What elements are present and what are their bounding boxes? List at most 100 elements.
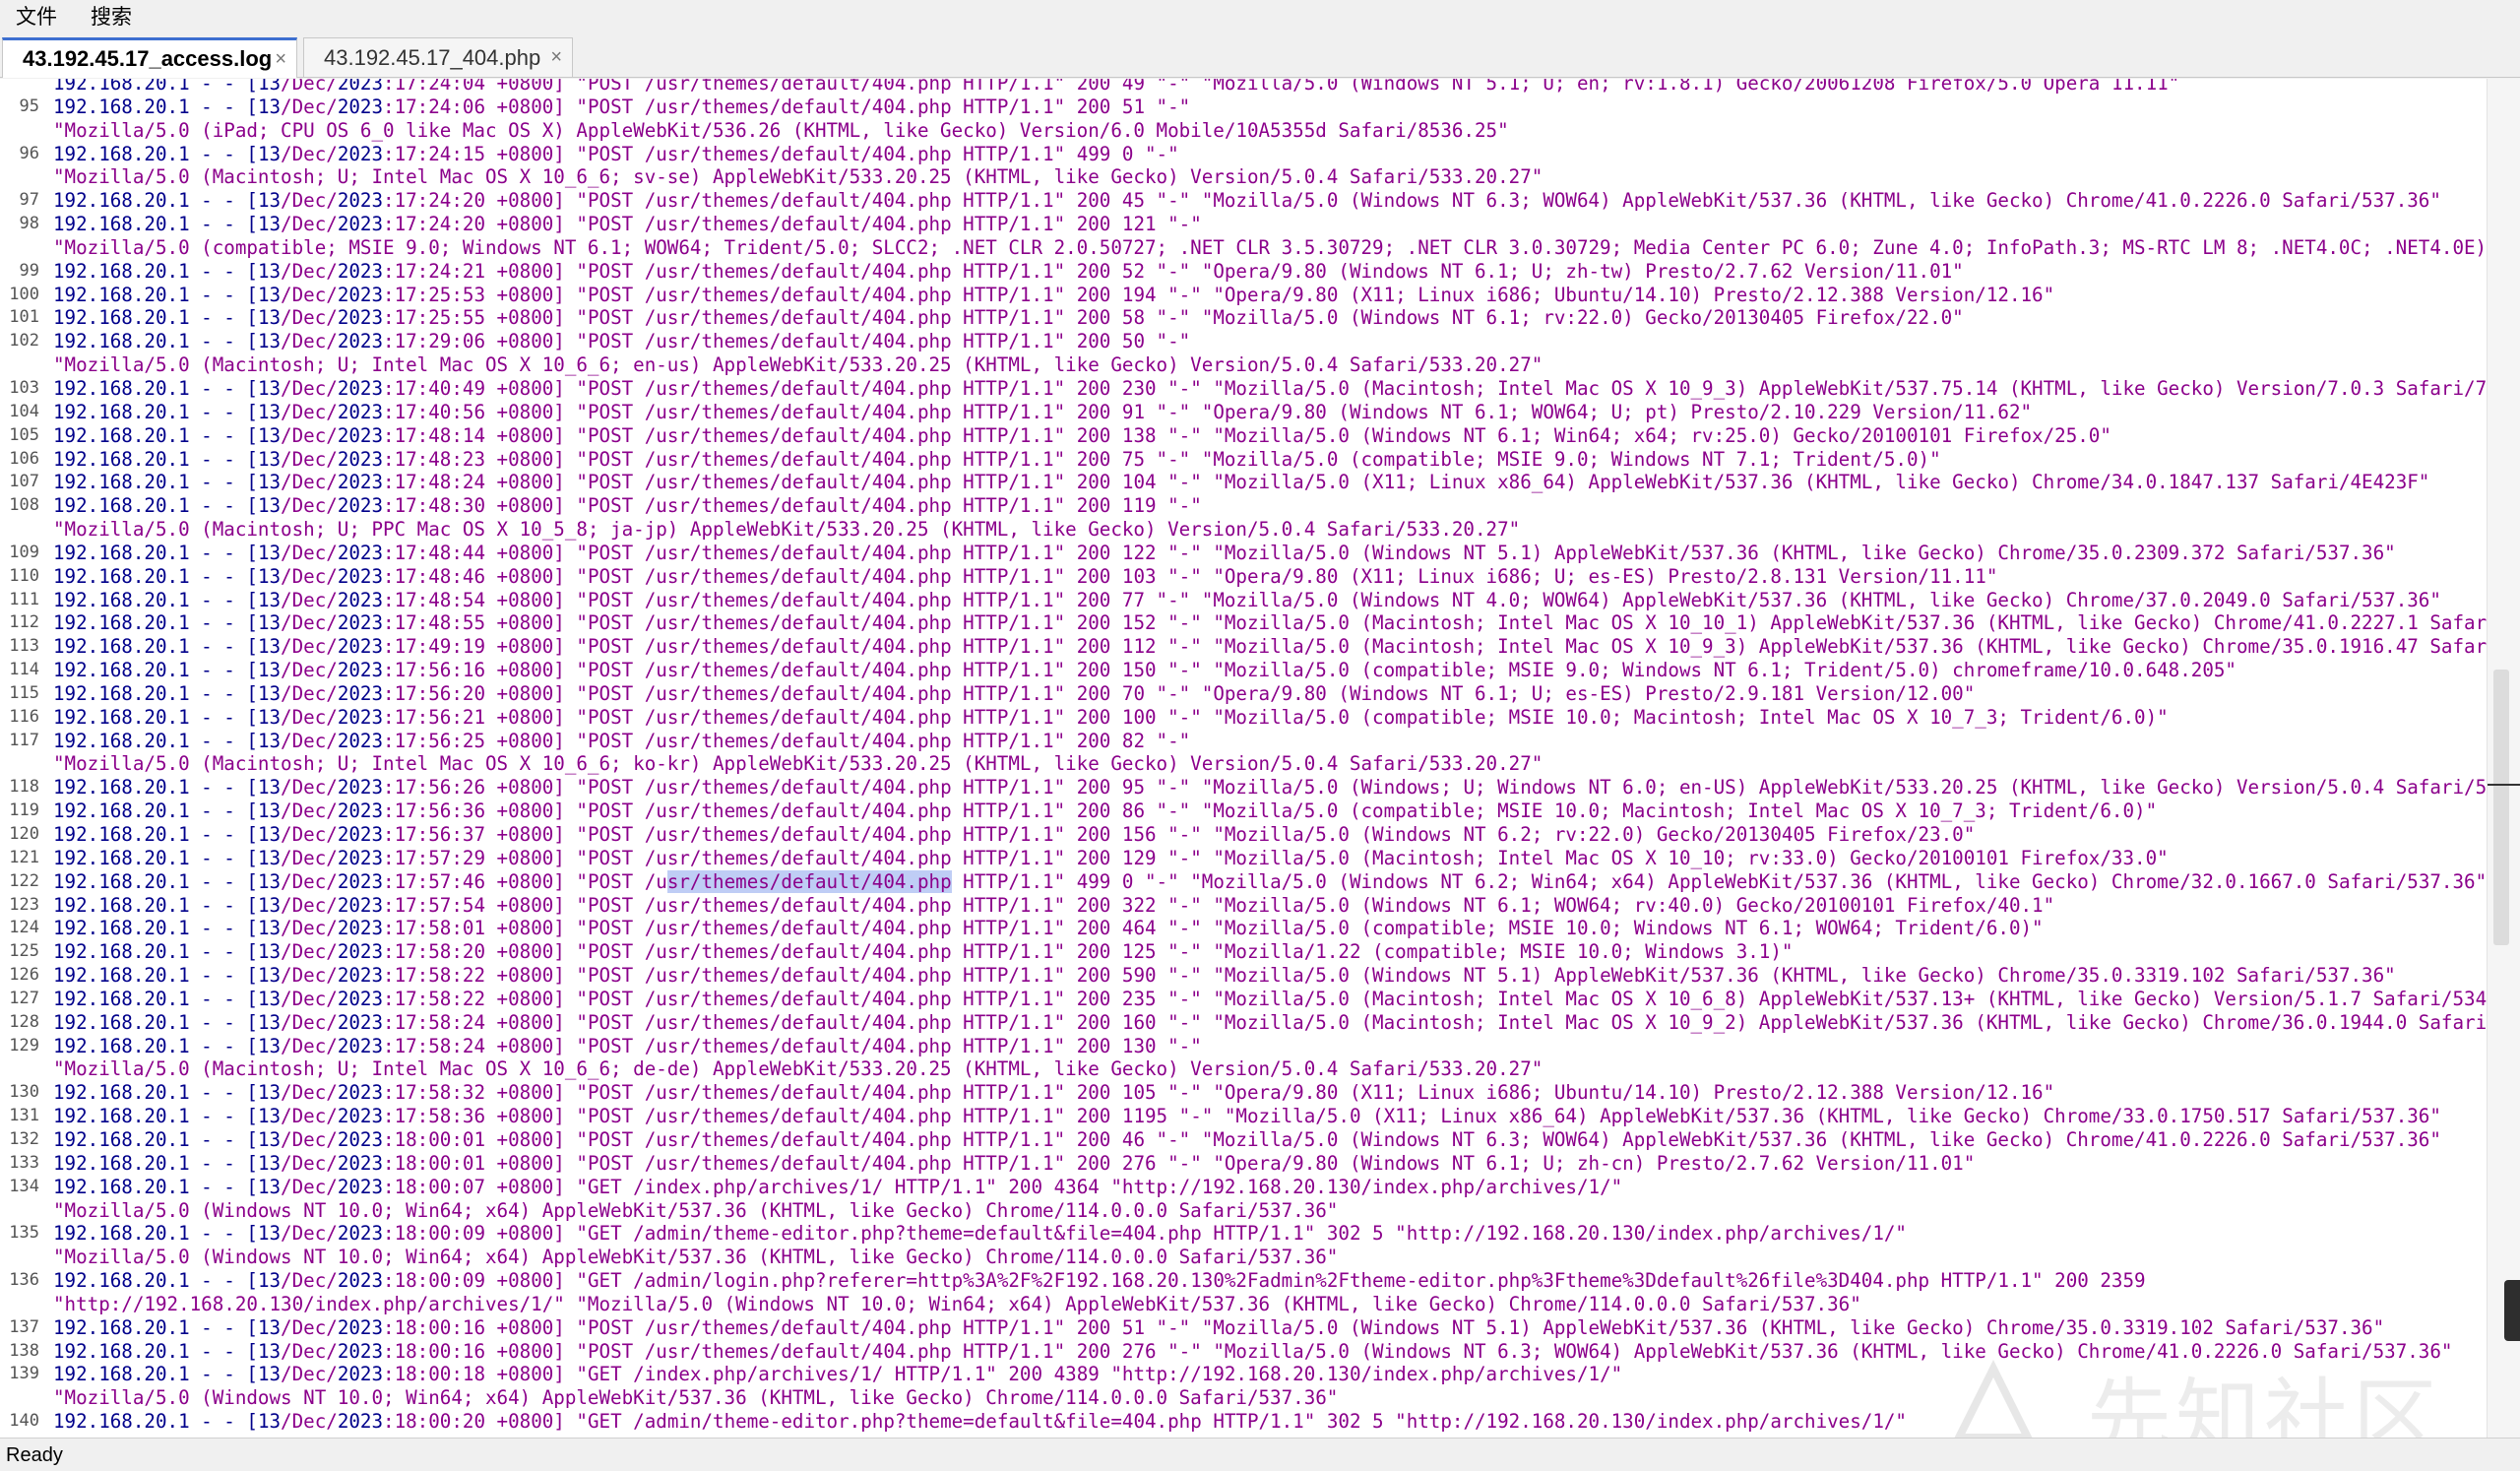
log-line: 115 192.168.20.1 - - [13/Dec/2023:17:56:2… (0, 682, 2487, 706)
scrollbar-thumb[interactable] (2493, 670, 2509, 945)
log-line: 133 192.168.20.1 - - [13/Dec/2023:18:00:0… (0, 1152, 2487, 1176)
log-line: 96 192.168.20.1 - - [13/Dec/2023:17:24:15… (0, 143, 2487, 166)
tab-404-php[interactable]: 43.192.45.17_404.php × (303, 37, 573, 77)
line-text: 192.168.20.1 - - [13/Dec/2023:18:00:07 +… (53, 1175, 1623, 1198)
line-number: 135 (9, 1223, 39, 1244)
line-number: 108 (9, 495, 39, 516)
close-icon[interactable]: × (275, 48, 286, 71)
log-line: 128 192.168.20.1 - - [13/Dec/2023:17:58:2… (0, 1011, 2487, 1035)
line-text: 192.168.20.1 - - [13/Dec/2023:18:00:01 +… (53, 1151, 1976, 1175)
log-line: 101 192.168.20.1 - - [13/Dec/2023:17:25:5… (0, 306, 2487, 330)
line-text: 192.168.20.1 - - [13/Dec/2023:17:56:37 +… (53, 823, 1976, 846)
line-number: 121 (9, 847, 39, 867)
line-text: 192.168.20.1 - - [13/Dec/2023:17:48:14 +… (53, 423, 2111, 447)
log-line: 138 192.168.20.1 - - [13/Dec/2023:18:00:1… (0, 1340, 2487, 1364)
log-line: 99 192.168.20.1 - - [13/Dec/2023:17:24:21… (0, 260, 2487, 284)
log-line: "Mozilla/5.0 (Windows NT 10.0; Win64; x6… (0, 1199, 2487, 1223)
log-line: 127 192.168.20.1 - - [13/Dec/2023:17:58:2… (0, 988, 2487, 1011)
menu-bar: 文件 搜索 (0, 0, 2520, 33)
line-number: 116 (9, 706, 39, 727)
line-text: 192.168.20.1 - - [13/Dec/2023:17:24:20 +… (53, 213, 1202, 236)
line-number: 99 (19, 260, 39, 281)
line-number: 129 (9, 1035, 39, 1055)
line-number: 131 (9, 1106, 39, 1126)
line-text: 192.168.20.1 - - [13/Dec/2023:17:48:46 +… (53, 564, 1998, 588)
log-line: 108 192.168.20.1 - - [13/Dec/2023:17:48:3… (0, 494, 2487, 518)
line-number: 106 (9, 448, 39, 469)
log-editor[interactable]: 192.168.20.1 - - [13/Dec/2023:17:24:04 +… (0, 79, 2487, 1438)
line-number: 103 (9, 377, 39, 398)
log-line: 103 192.168.20.1 - - [13/Dec/2023:17:40:4… (0, 377, 2487, 401)
line-number: 104 (9, 401, 39, 421)
log-line: 118 192.168.20.1 - - [13/Dec/2023:17:56:2… (0, 776, 2487, 799)
line-text: 192.168.20.1 - - [13/Dec/2023:17:58:22 +… (53, 987, 2487, 1010)
line-text: 192.168.20.1 - - [13/Dec/2023:18:00:20 +… (53, 1410, 1907, 1434)
line-number: 100 (9, 284, 39, 304)
line-text: 192.168.20.1 - - [13/Dec/2023:18:00:16 +… (53, 1339, 2453, 1363)
line-number: 125 (9, 941, 39, 962)
log-line: 126 192.168.20.1 - - [13/Dec/2023:17:58:2… (0, 964, 2487, 988)
line-text: 192.168.20.1 - - [13/Dec/2023:17:58:32 +… (53, 1081, 2055, 1105)
tab-access-log[interactable]: 43.192.45.17_access.log × (2, 37, 297, 78)
line-number: 111 (9, 589, 39, 609)
line-text: "http://192.168.20.130/index.php/archive… (53, 1292, 1861, 1315)
line-number: 126 (9, 965, 39, 986)
status-text: Ready (6, 1444, 63, 1466)
line-number: 123 (9, 894, 39, 915)
status-bar: Ready (0, 1438, 2520, 1471)
log-line: "Mozilla/5.0 (Macintosh; U; Intel Mac OS… (0, 1057, 2487, 1081)
log-line: 192.168.20.1 - - [13/Dec/2023:17:24:04 +… (0, 79, 2487, 96)
line-text: "Mozilla/5.0 (Macintosh; U; Intel Mac OS… (53, 165, 1544, 189)
log-line: 132 192.168.20.1 - - [13/Dec/2023:18:00:0… (0, 1128, 2487, 1152)
log-line: 106 192.168.20.1 - - [13/Dec/2023:17:48:2… (0, 448, 2487, 472)
log-line: "http://192.168.20.130/index.php/archive… (0, 1293, 2487, 1316)
line-text: 192.168.20.1 - - [13/Dec/2023:17:56:20 +… (53, 681, 1976, 705)
log-lines: 192.168.20.1 - - [13/Dec/2023:17:24:04 +… (0, 79, 2487, 1434)
log-line: 100 192.168.20.1 - - [13/Dec/2023:17:25:5… (0, 284, 2487, 307)
log-line: 121 192.168.20.1 - - [13/Dec/2023:17:57:2… (0, 847, 2487, 870)
line-text: "Mozilla/5.0 (Macintosh; U; PPC Mac OS X… (53, 518, 1521, 542)
menu-search[interactable]: 搜索 (75, 0, 150, 33)
line-number: 138 (9, 1340, 39, 1361)
log-line: 139 192.168.20.1 - - [13/Dec/2023:18:00:1… (0, 1363, 2487, 1386)
log-line: 97 192.168.20.1 - - [13/Dec/2023:17:24:20… (0, 189, 2487, 213)
line-text: 192.168.20.1 - - [13/Dec/2023:17:24:06 +… (53, 95, 1191, 118)
line-text: "Mozilla/5.0 (Macintosh; U; Intel Mac OS… (53, 1057, 1544, 1081)
log-line: 107 192.168.20.1 - - [13/Dec/2023:17:48:2… (0, 471, 2487, 494)
line-text: 192.168.20.1 - - [13/Dec/2023:17:25:55 +… (53, 306, 1964, 330)
log-line: 95 192.168.20.1 - - [13/Dec/2023:17:24:06… (0, 96, 2487, 119)
line-text: 192.168.20.1 - - [13/Dec/2023:17:24:15 +… (53, 142, 1179, 165)
side-panel-handle[interactable] (2504, 1280, 2520, 1341)
line-text: 192.168.20.1 - - [13/Dec/2023:17:48:54 +… (53, 588, 2441, 611)
line-number: 136 (9, 1270, 39, 1291)
line-text: 192.168.20.1 - - [13/Dec/2023:17:48:24 +… (53, 471, 2430, 494)
line-text: 192.168.20.1 - - [13/Dec/2023:17:56:25 +… (53, 729, 1191, 752)
line-text: 192.168.20.1 - - [13/Dec/2023:17:40:56 +… (53, 400, 2033, 423)
log-line: 124 192.168.20.1 - - [13/Dec/2023:17:58:0… (0, 917, 2487, 940)
line-text: "Mozilla/5.0 (Windows NT 10.0; Win64; x6… (53, 1386, 1339, 1410)
line-number: 120 (9, 824, 39, 844)
menu-file[interactable]: 文件 (0, 0, 75, 33)
log-line: 98 192.168.20.1 - - [13/Dec/2023:17:24:20… (0, 213, 2487, 236)
scroll-position-marker (2488, 784, 2520, 786)
line-text: "Mozilla/5.0 (Windows NT 10.0; Win64; x6… (53, 1198, 1339, 1222)
line-text: 192.168.20.1 - - [13/Dec/2023:18:00:18 +… (53, 1363, 1623, 1386)
line-number: 132 (9, 1128, 39, 1149)
log-line: 131 192.168.20.1 - - [13/Dec/2023:17:58:3… (0, 1105, 2487, 1128)
line-number: 115 (9, 682, 39, 703)
line-number: 110 (9, 565, 39, 586)
log-line: 117 192.168.20.1 - - [13/Dec/2023:17:56:2… (0, 730, 2487, 753)
line-text: 192.168.20.1 - - [13/Dec/2023:17:49:19 +… (53, 635, 2487, 659)
close-icon[interactable]: × (550, 46, 562, 69)
vertical-scrollbar[interactable] (2487, 79, 2520, 1438)
tab-bar: 43.192.45.17_access.log × 43.192.45.17_4… (0, 33, 2520, 78)
line-number: 97 (19, 190, 39, 211)
line-number: 130 (9, 1082, 39, 1103)
line-number: 118 (9, 777, 39, 798)
log-line: "Mozilla/5.0 (Macintosh; U; Intel Mac OS… (0, 165, 2487, 189)
log-line: "Mozilla/5.0 (iPad; CPU OS 6_0 like Mac … (0, 119, 2487, 143)
line-text: 192.168.20.1 - - [13/Dec/2023:17:56:21 +… (53, 705, 2169, 729)
line-number: 127 (9, 988, 39, 1008)
line-number: 137 (9, 1316, 39, 1337)
log-line: 111 192.168.20.1 - - [13/Dec/2023:17:48:5… (0, 589, 2487, 612)
